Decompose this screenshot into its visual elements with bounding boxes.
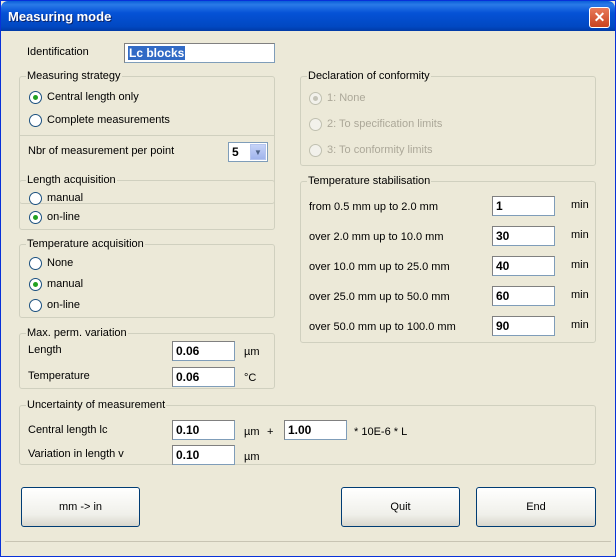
stab-row-label: over 10.0 mm up to 25.0 mm xyxy=(309,261,450,273)
stab-row-unit: min xyxy=(571,319,589,331)
measuring-strategy-legend: Measuring strategy xyxy=(26,70,122,82)
status-bar xyxy=(5,541,611,553)
length-online-radio[interactable] xyxy=(29,211,42,224)
plus-sign: + xyxy=(267,426,274,438)
stab-row-input[interactable]: 90 xyxy=(492,316,555,336)
identification-input[interactable]: Lc blocks xyxy=(124,43,275,63)
stab-row-label: over 2.0 mm up to 10.0 mm xyxy=(309,231,444,243)
max-temp-input[interactable]: 0.06 xyxy=(172,367,235,387)
stab-row-input[interactable]: 60 xyxy=(492,286,555,306)
uncertainty-legend: Uncertainty of measurement xyxy=(26,399,167,411)
max-variation-legend: Max. perm. variation xyxy=(26,327,128,339)
central-length-label: Central length lc xyxy=(28,424,108,436)
nbr-measurement-label: Nbr of measurement per point xyxy=(28,145,175,157)
conformity-legend: Declaration of conformity xyxy=(307,70,431,82)
quit-button[interactable]: Quit xyxy=(341,487,460,527)
stab-row-input[interactable]: 30 xyxy=(492,226,555,246)
temp-none-label: None xyxy=(47,257,74,269)
length-manual-radio[interactable] xyxy=(29,192,42,205)
dialog-client-area: Identification Lc blocks Measuring strat… xyxy=(5,31,611,553)
stab-row-unit: min xyxy=(571,229,589,241)
conformity-group: Declaration of conformity 1: None 2: To … xyxy=(300,70,596,166)
identification-label: Identification xyxy=(27,46,89,58)
variation-length-label: Variation in length v xyxy=(28,448,124,460)
complete-measurements-label: Complete measurements xyxy=(47,114,170,126)
conformity-spec-label: 2: To specification limits xyxy=(327,118,443,130)
close-button[interactable]: ✕ xyxy=(589,7,610,28)
conformity-limits-label: 3: To conformity limits xyxy=(327,144,433,156)
temp-manual-label: manual xyxy=(47,278,84,290)
variation-length-input[interactable]: 0.10 xyxy=(172,445,235,465)
max-temp-label: Temperature xyxy=(28,370,90,382)
max-length-input[interactable]: 0.06 xyxy=(172,341,235,361)
stab-row-label: from 0.5 mm up to 2.0 mm xyxy=(309,201,438,213)
stab-row-unit: min xyxy=(571,259,589,271)
max-temp-unit: °C xyxy=(244,372,257,384)
conformity-none-radio[interactable] xyxy=(309,92,322,105)
length-acquisition-legend: Length acquisition xyxy=(26,174,117,186)
temp-manual-radio[interactable] xyxy=(29,278,42,291)
temp-online-label: on-line xyxy=(47,299,81,311)
temp-stabilisation-group: Temperature stabilisation from 0.5 mm up… xyxy=(300,175,596,343)
stab-row-input[interactable]: 40 xyxy=(492,256,555,276)
uncertainty-group: Uncertainty of measurement Central lengt… xyxy=(19,399,596,465)
temperature-acquisition-legend: Temperature acquisition xyxy=(26,238,145,250)
central-length-only-radio[interactable] xyxy=(29,91,42,104)
chevron-down-icon[interactable]: ▼ xyxy=(250,144,266,160)
temp-online-radio[interactable] xyxy=(29,299,42,312)
length-online-label: on-line xyxy=(47,211,81,223)
strategy-separator xyxy=(20,135,274,136)
conformity-none-label: 1: None xyxy=(327,92,366,104)
title-bar[interactable]: Measuring mode ✕ xyxy=(1,1,615,31)
max-length-label: Length xyxy=(28,344,62,356)
factor-suffix: * 10E-6 * L xyxy=(354,426,408,438)
identification-value: Lc blocks xyxy=(128,46,186,60)
stab-row-unit: min xyxy=(571,199,589,211)
max-length-unit: µm xyxy=(244,346,260,358)
stab-row-label: over 50.0 mm up to 100.0 mm xyxy=(309,321,456,333)
conformity-spec-radio[interactable] xyxy=(309,118,322,131)
central-length-unit: µm xyxy=(244,426,260,438)
temperature-acquisition-group: Temperature acquisition None manual on-l… xyxy=(19,238,275,318)
nbr-measurement-value: 5 xyxy=(232,145,239,159)
convert-units-button[interactable]: mm -> in xyxy=(21,487,140,527)
temp-none-radio[interactable] xyxy=(29,257,42,270)
complete-measurements-radio[interactable] xyxy=(29,114,42,127)
nbr-measurement-select[interactable]: 5 ▼ xyxy=(228,142,268,162)
stab-row-label: over 25.0 mm up to 50.0 mm xyxy=(309,291,450,303)
temp-stabilisation-legend: Temperature stabilisation xyxy=(307,175,432,187)
factor-input[interactable]: 1.00 xyxy=(284,420,347,440)
variation-length-unit: µm xyxy=(244,451,260,463)
central-length-input[interactable]: 0.10 xyxy=(172,420,235,440)
stab-row-unit: min xyxy=(571,289,589,301)
stab-row-input[interactable]: 1 xyxy=(492,196,555,216)
central-length-only-label: Central length only xyxy=(47,91,139,103)
length-manual-label: manual xyxy=(47,192,84,204)
window-title: Measuring mode xyxy=(8,9,112,24)
conformity-limits-radio[interactable] xyxy=(309,144,322,157)
end-button[interactable]: End xyxy=(476,487,596,527)
measuring-mode-window: Measuring mode ✕ Identification Lc block… xyxy=(0,0,616,557)
max-variation-group: Max. perm. variation Length 0.06 µm Temp… xyxy=(19,327,275,389)
length-acquisition-group: Length acquisition manual on-line xyxy=(19,174,275,230)
